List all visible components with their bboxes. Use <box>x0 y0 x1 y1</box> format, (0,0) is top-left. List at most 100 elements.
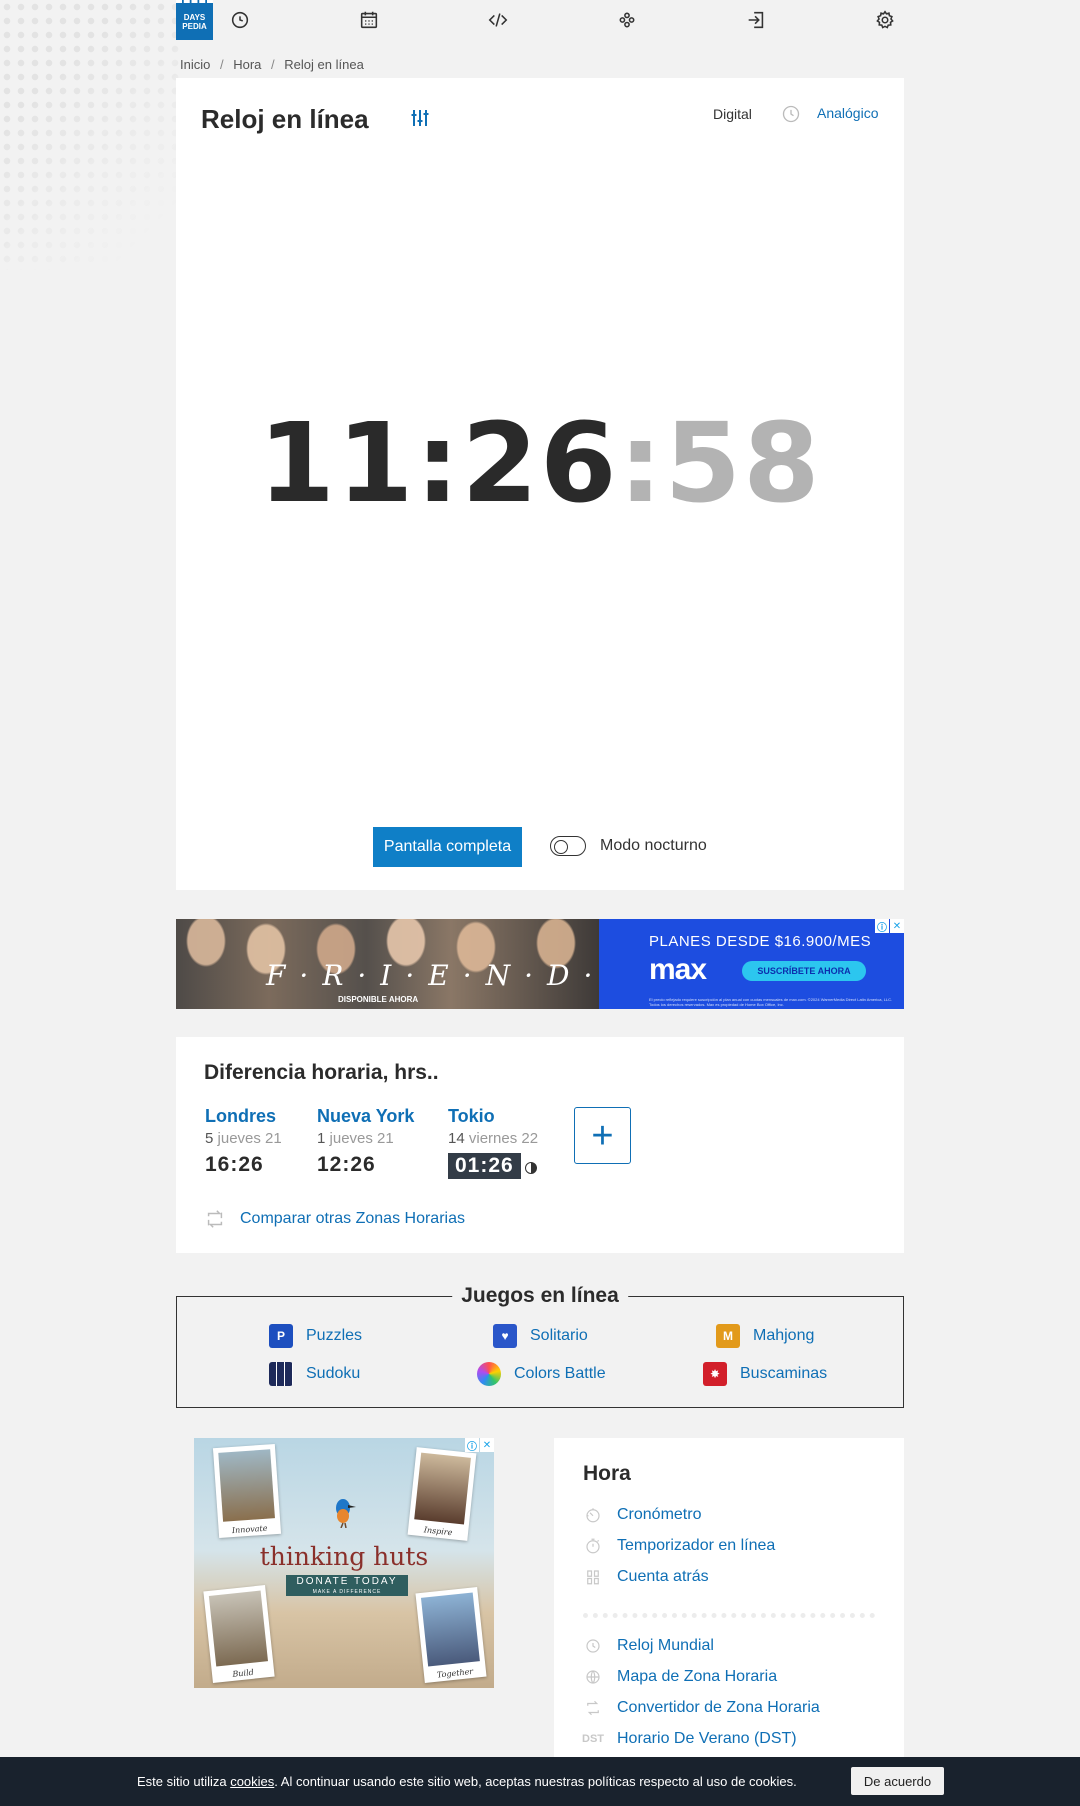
clock-hours-minutes: 11:26 <box>258 399 619 527</box>
link-label[interactable]: Reloj Mundial <box>617 1637 714 1655</box>
ad-info-icon[interactable]: ⓘ <box>465 1438 479 1453</box>
mode-digital[interactable]: Digital <box>713 106 752 122</box>
game-label[interactable]: Puzzles <box>306 1327 362 1345</box>
code-icon[interactable] <box>486 8 510 32</box>
cookie-consent-bar: Este sitio utiliza cookies. Al continuar… <box>0 1757 1080 1806</box>
breadcrumb-home[interactable]: Inicio <box>180 57 210 72</box>
game-label[interactable]: Colors Battle <box>514 1365 606 1383</box>
compare-icon <box>207 1210 223 1228</box>
ad-donate-label: DONATE TODAY <box>296 1576 398 1587</box>
link-label[interactable]: Convertidor de Zona Horaria <box>617 1699 820 1717</box>
night-mode-toggle[interactable] <box>550 836 586 856</box>
city-day: viernes 22 <box>468 1130 539 1147</box>
game-mahjong[interactable]: M Mahjong <box>716 1324 814 1348</box>
city-name[interactable]: Tokio <box>448 1106 538 1127</box>
gear-icon[interactable] <box>873 8 897 32</box>
link-world-clock[interactable]: Reloj Mundial <box>583 1636 714 1656</box>
clock-seconds: 58 <box>664 399 822 527</box>
compare-timezones-link[interactable]: Comparar otras Zonas Horarias <box>204 1208 465 1230</box>
game-label[interactable]: Buscaminas <box>740 1365 827 1383</box>
ad-photo-inspire: Inspire <box>407 1447 477 1541</box>
city-day: jueves 21 <box>329 1130 394 1147</box>
hora-title: Hora <box>583 1462 631 1485</box>
countdown-icon <box>583 1567 603 1587</box>
link-online-timer[interactable]: Temporizador en línea <box>583 1536 775 1556</box>
stopwatch-icon <box>583 1505 603 1525</box>
game-solitaire[interactable]: ♥ Solitario <box>493 1324 588 1348</box>
game-colors-battle[interactable]: Colors Battle <box>477 1362 606 1386</box>
city-new-york: Nueva York 1 jueves 21 12:26 <box>317 1106 414 1177</box>
ad-banner-thinking-huts[interactable]: Innovate Inspire Build Together thinking… <box>194 1438 494 1688</box>
ad-info-icon[interactable]: ⓘ <box>875 919 889 934</box>
world-clock-icon <box>583 1636 603 1656</box>
cookie-accept-button[interactable]: De acuerdo <box>851 1767 944 1795</box>
cookie-text-before: Este sitio utiliza <box>137 1774 231 1789</box>
puzzles-icon: P <box>269 1324 293 1348</box>
ad-caption: Build <box>232 1667 255 1679</box>
game-label[interactable]: Mahjong <box>753 1327 814 1345</box>
clock-seconds-separator: : <box>618 399 665 527</box>
minesweeper-icon: ✸ <box>703 1362 727 1386</box>
page-title: Reloj en línea <box>201 104 369 134</box>
city-name[interactable]: Nueva York <box>317 1106 414 1127</box>
cookie-message: Este sitio utiliza cookies. Al continuar… <box>137 1774 797 1789</box>
fullscreen-button[interactable]: Pantalla completa <box>373 827 522 867</box>
ad-close-icon[interactable]: ✕ <box>890 919 904 933</box>
top-navigation: DAYS PEDIA <box>176 0 904 40</box>
link-dst[interactable]: DST Horario De Verano (DST) <box>582 1729 797 1749</box>
ad-choices[interactable]: ⓘ ✕ <box>465 1438 494 1453</box>
ad-donate-sublabel: MAKE A DIFFERENCE <box>312 1589 382 1595</box>
globe-icon <box>583 1667 603 1687</box>
link-countdown[interactable]: Cuenta atrás <box>583 1567 709 1587</box>
time-difference-card: Diferencia horaria, hrs.. Londres 5 juev… <box>176 1037 904 1253</box>
ad-show-logo: F·R·I·E·N·D·S <box>266 959 640 992</box>
link-label[interactable]: Horario De Verano (DST) <box>617 1730 797 1748</box>
game-puzzles[interactable]: P Puzzles <box>269 1324 362 1348</box>
mode-analog-link[interactable]: Analógico <box>817 105 879 121</box>
ad-subscribe-button[interactable]: SUSCRÍBETE AHORA <box>742 961 866 981</box>
ad-choices[interactable]: ⓘ ✕ <box>875 919 904 934</box>
game-minesweeper[interactable]: ✸ Buscaminas <box>703 1362 827 1386</box>
kingfisher-bird-icon <box>336 1499 356 1528</box>
night-mode-label: Modo nocturno <box>600 837 707 854</box>
city-offset: 14 <box>448 1130 465 1147</box>
ad-photo-together: Together <box>415 1587 487 1683</box>
login-icon[interactable] <box>744 8 768 32</box>
link-label[interactable]: Cronómetro <box>617 1506 701 1524</box>
link-timezone-converter[interactable]: Convertidor de Zona Horaria <box>583 1698 820 1718</box>
ad-offer-panel: PLANES DESDE $16.900/MES max SUSCRÍBETE … <box>599 919 904 1009</box>
breadcrumb: Inicio / Hora / Reloj en línea <box>180 57 370 72</box>
link-timezone-map[interactable]: Mapa de Zona Horaria <box>583 1667 777 1687</box>
logo-line-1: DAYS <box>183 12 206 22</box>
breadcrumb-separator: / <box>219 57 224 72</box>
daysepedia-logo[interactable]: DAYS PEDIA <box>176 0 213 40</box>
city-offset: 1 <box>317 1130 326 1147</box>
section-divider <box>583 1613 875 1618</box>
link-label[interactable]: Mapa de Zona Horaria <box>617 1668 777 1686</box>
calendar-icon[interactable] <box>357 8 381 32</box>
breadcrumb-hora[interactable]: Hora <box>233 57 261 72</box>
cookie-policy-link[interactable]: cookies <box>230 1774 274 1789</box>
clock-icon[interactable] <box>228 8 252 32</box>
compare-timezones-label[interactable]: Comparar otras Zonas Horarias <box>240 1210 465 1228</box>
breadcrumb-separator: / <box>271 57 275 72</box>
add-city-button[interactable]: + <box>574 1107 631 1164</box>
dst-badge-icon: DST <box>582 1733 604 1745</box>
link-stopwatch[interactable]: Cronómetro <box>583 1505 701 1525</box>
games-icon[interactable] <box>615 8 639 32</box>
city-date: 14 viernes 22 <box>448 1130 538 1147</box>
link-label[interactable]: Cuenta atrás <box>617 1568 709 1586</box>
ad-donate-button[interactable]: DONATE TODAY MAKE A DIFFERENCE <box>286 1575 408 1596</box>
online-games-title: Juegos en línea <box>452 1284 628 1308</box>
city-name[interactable]: Londres <box>205 1106 282 1127</box>
settings-sliders-icon[interactable] <box>408 106 432 130</box>
ad-close-icon[interactable]: ✕ <box>480 1438 494 1452</box>
game-label[interactable]: Sudoku <box>306 1365 360 1383</box>
mahjong-icon: M <box>716 1324 740 1348</box>
link-label[interactable]: Temporizador en línea <box>617 1537 775 1555</box>
city-date: 5 jueves 21 <box>205 1130 282 1147</box>
breadcrumb-current: Reloj en línea <box>284 57 364 72</box>
ad-banner-top[interactable]: F·R·I·E·N·D·S DISPONIBLE AHORA PLANES DE… <box>176 919 904 1009</box>
game-label[interactable]: Solitario <box>530 1327 588 1345</box>
game-sudoku[interactable]: Sudoku <box>269 1362 360 1386</box>
